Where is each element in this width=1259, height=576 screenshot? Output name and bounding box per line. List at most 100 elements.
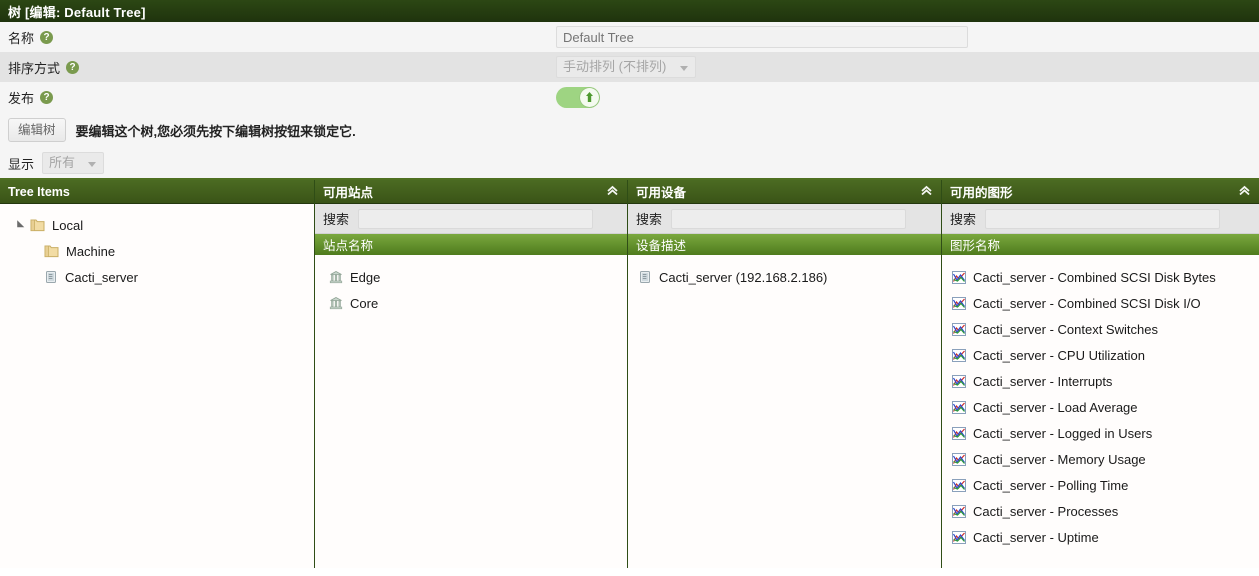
tree-node-local[interactable]: Local bbox=[0, 212, 314, 238]
folder-icon bbox=[30, 218, 45, 232]
expander-icon[interactable] bbox=[12, 219, 26, 231]
chevron-down-icon bbox=[680, 66, 688, 71]
list-item[interactable]: Cacti_server - Processes bbox=[942, 498, 1259, 524]
graph-icon bbox=[952, 504, 966, 518]
devices-search-row: 搜索 bbox=[628, 204, 941, 234]
list-item[interactable]: Core bbox=[315, 290, 627, 316]
edit-tree-action-row: 编辑树 要编辑这个树,您必须先按下编辑树按钮来锁定它. bbox=[0, 112, 1259, 148]
panel-header-tree-items: Tree Items bbox=[0, 180, 314, 204]
toggle-knob bbox=[580, 87, 599, 107]
help-icon[interactable]: ? bbox=[40, 30, 54, 44]
list-item[interactable]: Cacti_server - Polling Time bbox=[942, 472, 1259, 498]
graphs-body: Cacti_server - Combined SCSI Disk Bytes … bbox=[942, 255, 1259, 568]
devices-search-input[interactable] bbox=[671, 208, 907, 229]
tree-node-label: Local bbox=[52, 217, 84, 233]
tree-node-label: Cacti_server bbox=[65, 269, 138, 285]
tree-node-machine[interactable]: Machine bbox=[0, 238, 314, 264]
collapse-icon[interactable] bbox=[920, 184, 933, 200]
folder-icon bbox=[44, 244, 59, 258]
devices-column-header[interactable]: 设备描述 bbox=[628, 234, 941, 255]
sites-search-label: 搜索 bbox=[323, 212, 350, 227]
list-item[interactable]: Cacti_server - Load Average bbox=[942, 394, 1259, 420]
list-item-label: Cacti_server - Load Average bbox=[973, 399, 1138, 415]
publish-toggle[interactable] bbox=[556, 86, 600, 108]
list-item[interactable]: Cacti_server (192.168.2.186) bbox=[628, 264, 941, 290]
collapse-icon[interactable] bbox=[606, 184, 619, 200]
panel-tree-items: Tree Items Local Machine Cacti_server bbox=[0, 180, 315, 568]
list-item[interactable]: Edge bbox=[315, 264, 627, 290]
name-label-cell: 名称 ? bbox=[8, 28, 556, 47]
list-item[interactable]: Cacti_server - Logged in Users bbox=[942, 420, 1259, 446]
panel-header-graphs: 可用的图形 bbox=[942, 180, 1259, 204]
graph-icon bbox=[952, 426, 966, 440]
sites-search-input[interactable] bbox=[358, 208, 594, 229]
graphs-search-row: 搜索 bbox=[942, 204, 1259, 234]
list-item-label: Cacti_server - Combined SCSI Disk Bytes bbox=[973, 269, 1216, 285]
sites-column-header-label: 站点名称 bbox=[323, 239, 374, 253]
list-item[interactable]: Cacti_server - Context Switches bbox=[942, 316, 1259, 342]
display-filter-select[interactable]: 所有 bbox=[42, 152, 105, 174]
collapse-icon[interactable] bbox=[1238, 184, 1251, 200]
publish-label: 发布 bbox=[8, 90, 35, 106]
sites-body: Edge Core bbox=[315, 255, 627, 568]
list-item[interactable]: Cacti_server - Interrupts bbox=[942, 368, 1259, 394]
list-item-label: Core bbox=[350, 295, 379, 311]
list-item-label: Cacti_server - Polling Time bbox=[973, 477, 1129, 493]
list-item[interactable]: Cacti_server - Combined SCSI Disk I/O bbox=[942, 290, 1259, 316]
graph-icon bbox=[952, 348, 966, 362]
tree-node-cacti-server[interactable]: Cacti_server bbox=[0, 264, 314, 290]
list-item[interactable]: Cacti_server - CPU Utilization bbox=[942, 342, 1259, 368]
name-label: 名称 bbox=[8, 30, 35, 46]
list-item[interactable]: Cacti_server - Uptime bbox=[942, 524, 1259, 550]
graph-icon bbox=[952, 452, 966, 466]
panel-title: 可用的图形 bbox=[950, 186, 1013, 200]
tree-node-label: Machine bbox=[66, 243, 116, 259]
list-item-label: Cacti_server - Interrupts bbox=[973, 373, 1113, 389]
site-icon bbox=[329, 270, 343, 284]
sort-label-cell: 排序方式 ? bbox=[8, 58, 556, 77]
panel-available-devices: 可用设备 搜索 设备描述 Cacti_server (192.168.2.186… bbox=[628, 180, 942, 568]
sites-column-header[interactable]: 站点名称 bbox=[315, 234, 627, 255]
publish-label-cell: 发布 ? bbox=[8, 88, 556, 107]
arrow-up-icon bbox=[586, 92, 593, 102]
form-row-name: 名称 ? bbox=[0, 22, 1259, 52]
window-title: 树 [编辑: Default Tree] bbox=[8, 4, 146, 20]
display-filter-value: 所有 bbox=[49, 155, 76, 170]
help-icon[interactable]: ? bbox=[40, 90, 54, 104]
panel-title: 可用设备 bbox=[636, 186, 687, 200]
panel-header-devices: 可用设备 bbox=[628, 180, 941, 204]
panel-title: 可用站点 bbox=[323, 186, 374, 200]
site-icon bbox=[329, 296, 343, 310]
graphs-column-header-label: 图形名称 bbox=[950, 239, 1001, 253]
help-icon[interactable]: ? bbox=[66, 60, 80, 74]
display-filter-label: 显示 bbox=[8, 156, 35, 172]
sort-label: 排序方式 bbox=[8, 60, 61, 76]
graphs-column-header[interactable]: 图形名称 bbox=[942, 234, 1259, 255]
edit-tree-button[interactable]: 编辑树 bbox=[8, 118, 66, 142]
graph-icon bbox=[952, 322, 966, 336]
list-item[interactable]: Cacti_server - Memory Usage bbox=[942, 446, 1259, 472]
tree-name-input[interactable] bbox=[556, 26, 968, 48]
list-item-label: Edge bbox=[350, 269, 381, 285]
list-item[interactable]: Cacti_server - Combined SCSI Disk Bytes bbox=[942, 264, 1259, 290]
graph-icon bbox=[952, 478, 966, 492]
panel-available-sites: 可用站点 搜索 站点名称 Edge Core bbox=[315, 180, 628, 568]
device-icon bbox=[638, 270, 652, 284]
panel-available-graphs: 可用的图形 搜索 图形名称 Cacti_server - Combined SC… bbox=[942, 180, 1259, 568]
devices-body: Cacti_server (192.168.2.186) bbox=[628, 255, 941, 568]
devices-search-label: 搜索 bbox=[636, 212, 663, 227]
tree-items-body: Local Machine Cacti_server bbox=[0, 204, 314, 568]
list-item-label: Cacti_server - Logged in Users bbox=[973, 425, 1153, 441]
sites-search-row: 搜索 bbox=[315, 204, 627, 234]
edit-tree-note: 要编辑这个树,您必须先按下编辑树按钮来锁定它. bbox=[75, 123, 356, 139]
device-icon bbox=[44, 270, 58, 284]
graph-icon bbox=[952, 400, 966, 414]
devices-column-header-label: 设备描述 bbox=[636, 239, 687, 253]
chevron-down-icon bbox=[88, 162, 97, 167]
sort-method-select[interactable]: 手动排列 (不排列) bbox=[556, 56, 696, 78]
panel-title: Tree Items bbox=[8, 184, 70, 199]
form-row-publish: 发布 ? bbox=[0, 82, 1259, 112]
graphs-search-input[interactable] bbox=[985, 208, 1221, 229]
graph-icon bbox=[952, 374, 966, 388]
form-row-sort: 排序方式 ? 手动排列 (不排列) bbox=[0, 52, 1259, 82]
